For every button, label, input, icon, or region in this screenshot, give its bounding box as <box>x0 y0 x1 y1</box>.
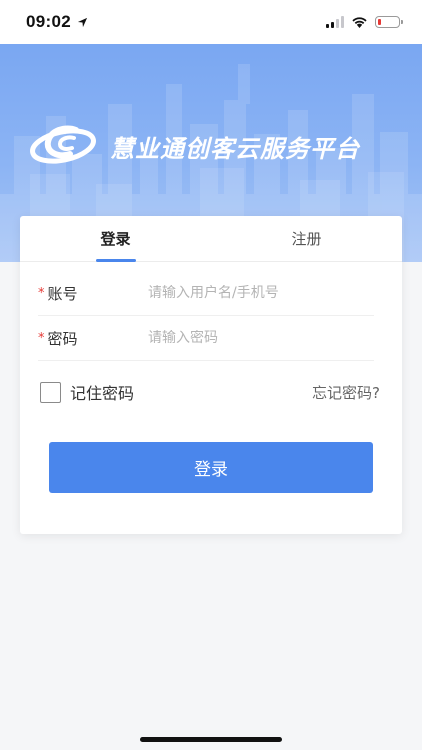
login-button[interactable]: 登录 <box>49 442 373 493</box>
location-arrow-icon <box>77 13 88 32</box>
battery-low-icon <box>375 16 403 28</box>
remember-row: 记住密码 忘记密码? <box>40 378 380 406</box>
wifi-icon <box>351 13 368 32</box>
login-card: 登录 注册 * 账号 * 密码 记住密码 忘记密码? 登录 <box>20 216 402 534</box>
remember-password-label: 记住密码 <box>70 384 135 403</box>
required-mark: * <box>38 330 45 346</box>
forgot-password-link[interactable]: 忘记密码? <box>312 382 380 403</box>
home-indicator <box>140 737 282 742</box>
tab-login[interactable]: 登录 <box>20 216 211 261</box>
battery-level <box>378 19 381 25</box>
status-time: 09:02 <box>26 12 71 31</box>
account-label-group: * 账号 <box>38 283 148 304</box>
required-mark: * <box>38 285 45 301</box>
password-label-group: * 密码 <box>38 328 148 349</box>
auth-tabs: 登录 注册 <box>20 216 402 262</box>
account-label: 账号 <box>47 284 78 303</box>
password-label: 密码 <box>47 329 78 348</box>
status-right <box>326 13 403 32</box>
account-input[interactable] <box>148 285 374 301</box>
password-input[interactable] <box>148 330 374 346</box>
remember-password-checkbox[interactable] <box>40 381 61 403</box>
account-field: * 账号 <box>38 271 374 316</box>
status-bar: 09:02 <box>0 0 422 44</box>
password-field: * 密码 <box>38 316 374 361</box>
tab-register[interactable]: 注册 <box>211 216 402 261</box>
remember-password-toggle[interactable]: 记住密码 <box>40 380 134 404</box>
brand: 慧业通创客云服务平台 <box>30 122 360 170</box>
platform-logo-icon <box>30 122 100 170</box>
cellular-signal-icon <box>326 16 344 28</box>
status-left: 09:02 <box>26 12 88 32</box>
platform-title: 慧业通创客云服务平台 <box>110 134 360 163</box>
